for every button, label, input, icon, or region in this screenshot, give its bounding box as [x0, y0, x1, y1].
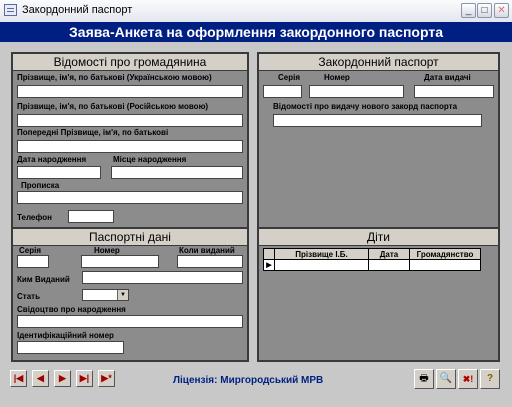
- passport-number-field[interactable]: [81, 255, 159, 268]
- new-record-button[interactable]: ▶*: [98, 370, 115, 387]
- minimize-button[interactable]: _: [461, 3, 476, 18]
- birth-cert-label: Свідоцтво про народження: [17, 305, 126, 314]
- new-passport-info-label: Відомості про видачу нового закорд паспо…: [273, 102, 458, 111]
- foreign-series-label: Серія: [278, 73, 301, 82]
- foreign-series-field[interactable]: [263, 85, 302, 98]
- find-button[interactable]: 🔍: [436, 369, 456, 389]
- column-header-date[interactable]: Дата: [368, 248, 410, 260]
- maximize-button[interactable]: □: [477, 3, 492, 18]
- window-titlebar: Закордонний паспорт _ □ ✕: [0, 0, 512, 23]
- birth-date-label: Дата народження: [17, 155, 87, 164]
- close-button[interactable]: ✕: [494, 3, 509, 18]
- passport-data-header: Паспортні дані: [13, 229, 247, 246]
- sex-label: Стать: [17, 292, 40, 301]
- window-title: Закордонний паспорт: [22, 4, 133, 16]
- birth-place-field[interactable]: [111, 166, 243, 179]
- grid-corner: [263, 248, 275, 260]
- birth-cert-field[interactable]: [17, 315, 243, 328]
- next-record-button[interactable]: ▶: [54, 370, 71, 387]
- prev-record-button[interactable]: ◀: [32, 370, 49, 387]
- foreign-passport-header: Закордонний паспорт: [259, 54, 498, 71]
- name-ua-field[interactable]: [17, 85, 243, 98]
- citizen-header: Відомості про громадянина: [13, 54, 247, 71]
- phone-field[interactable]: [68, 210, 114, 223]
- passport-issued-when-field[interactable]: [177, 255, 243, 268]
- table-row[interactable]: ▶: [263, 259, 481, 271]
- birth-place-label: Місце народження: [113, 155, 187, 164]
- tax-id-label: Ідентифікаційний номер: [17, 331, 114, 340]
- children-panel: Діти Прізвище І.Б. Дата Громадянство ▶: [257, 227, 500, 362]
- passport-series-field[interactable]: [17, 255, 49, 268]
- foreign-number-field[interactable]: [309, 85, 404, 98]
- delete-button[interactable]: ✖!: [458, 369, 478, 389]
- name-ua-label: Прізвище, ім'я, по батькові (Українською…: [17, 73, 212, 82]
- citizen-panel: Відомості про громадянина Прізвище, ім'я…: [11, 52, 249, 230]
- cell-name[interactable]: [274, 259, 369, 271]
- new-passport-info-field[interactable]: [273, 114, 482, 127]
- column-header-citizenship[interactable]: Громадянство: [409, 248, 481, 260]
- issued-by-label: Ким Виданий: [17, 275, 70, 284]
- printer-icon: 🖶: [419, 373, 429, 384]
- children-header: Діти: [259, 229, 498, 246]
- tax-id-field[interactable]: [17, 341, 124, 354]
- passport-data-panel: Паспортні дані Серія Номер Коли виданий …: [11, 227, 249, 362]
- help-icon: ?: [486, 373, 494, 384]
- help-button[interactable]: ?: [480, 369, 500, 389]
- children-grid[interactable]: Прізвище І.Б. Дата Громадянство ▶: [263, 248, 495, 271]
- form-banner: Заява-Анкета на оформлення закордонного …: [0, 22, 512, 42]
- sex-select[interactable]: ▼: [82, 289, 129, 301]
- name-prev-field[interactable]: [17, 140, 243, 153]
- registration-label: Прописка: [21, 181, 60, 190]
- passport-number-label: Номер: [94, 246, 120, 255]
- delete-icon: ✖!: [462, 374, 474, 384]
- name-prev-label: Попередні Прізвище, ім'я, по батькові: [17, 128, 169, 137]
- registration-field[interactable]: [17, 191, 243, 204]
- issued-by-field[interactable]: [82, 271, 243, 284]
- license-text: Ліцензія: Миргородський МРВ: [173, 375, 324, 386]
- row-selector-icon[interactable]: ▶: [263, 259, 275, 271]
- foreign-issue-date-label: Дата видачі: [424, 73, 471, 82]
- first-record-button[interactable]: |◀: [10, 370, 27, 387]
- cell-citizenship[interactable]: [409, 259, 481, 271]
- foreign-issue-date-field[interactable]: [414, 85, 494, 98]
- cell-date[interactable]: [368, 259, 410, 271]
- passport-issued-when-label: Коли виданий: [179, 246, 235, 255]
- chevron-down-icon[interactable]: ▼: [117, 290, 128, 300]
- passport-series-label: Серія: [19, 246, 42, 255]
- print-button[interactable]: 🖶: [414, 369, 434, 389]
- name-ru-field[interactable]: [17, 114, 243, 127]
- name-ru-label: Прізвище, ім'я, по батькові (Російською …: [17, 102, 209, 111]
- column-header-name[interactable]: Прізвище І.Б.: [274, 248, 369, 260]
- birth-date-field[interactable]: [17, 166, 101, 179]
- binoculars-icon: 🔍: [439, 373, 453, 384]
- phone-label: Телефон: [17, 213, 52, 222]
- foreign-number-label: Номер: [324, 73, 350, 82]
- foreign-passport-panel: Закордонний паспорт Серія Номер Дата вид…: [257, 52, 500, 230]
- last-record-button[interactable]: ▶|: [76, 370, 93, 387]
- form-icon: [4, 4, 17, 16]
